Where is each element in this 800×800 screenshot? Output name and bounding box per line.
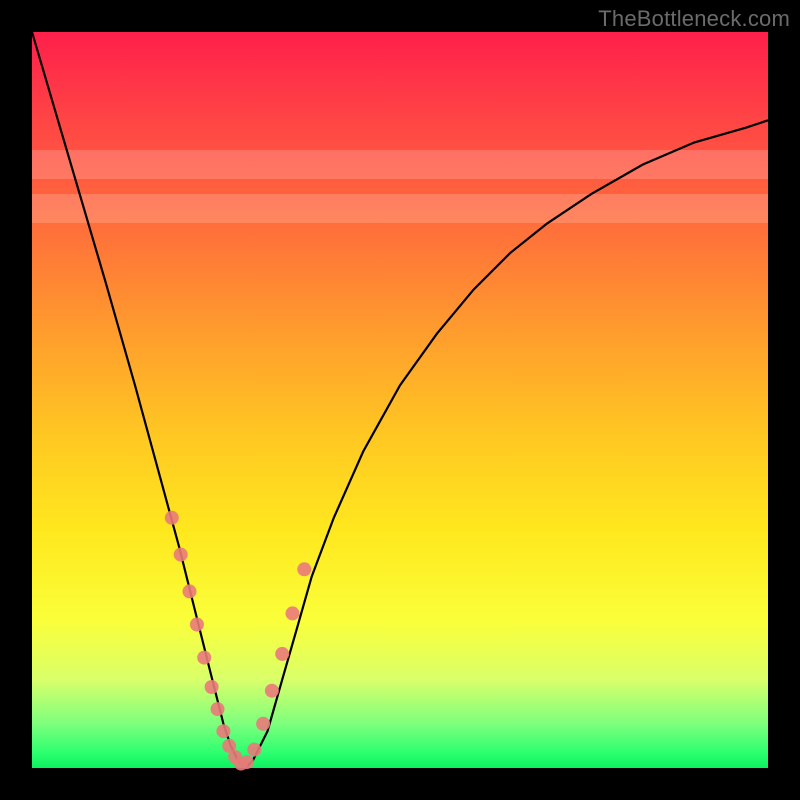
- highlight-dot: [286, 606, 300, 620]
- highlight-dot: [211, 702, 225, 716]
- highlight-dot: [197, 651, 211, 665]
- chart-svg: [32, 32, 768, 768]
- highlight-dot: [256, 717, 270, 731]
- plot-area: [32, 32, 768, 768]
- highlight-dot: [174, 548, 188, 562]
- bottleneck-curve: [32, 32, 768, 768]
- highlight-dot: [216, 724, 230, 738]
- highlight-dot: [247, 743, 261, 757]
- highlight-dot: [183, 584, 197, 598]
- highlight-dots-group: [165, 511, 311, 771]
- highlight-dot: [165, 511, 179, 525]
- highlight-dot: [205, 680, 219, 694]
- chart-frame: TheBottleneck.com: [0, 0, 800, 800]
- highlight-dot: [240, 755, 254, 769]
- highlight-dot: [265, 684, 279, 698]
- highlight-dot: [190, 618, 204, 632]
- highlight-dot: [297, 562, 311, 576]
- watermark-text: TheBottleneck.com: [598, 6, 790, 32]
- highlight-dot: [275, 647, 289, 661]
